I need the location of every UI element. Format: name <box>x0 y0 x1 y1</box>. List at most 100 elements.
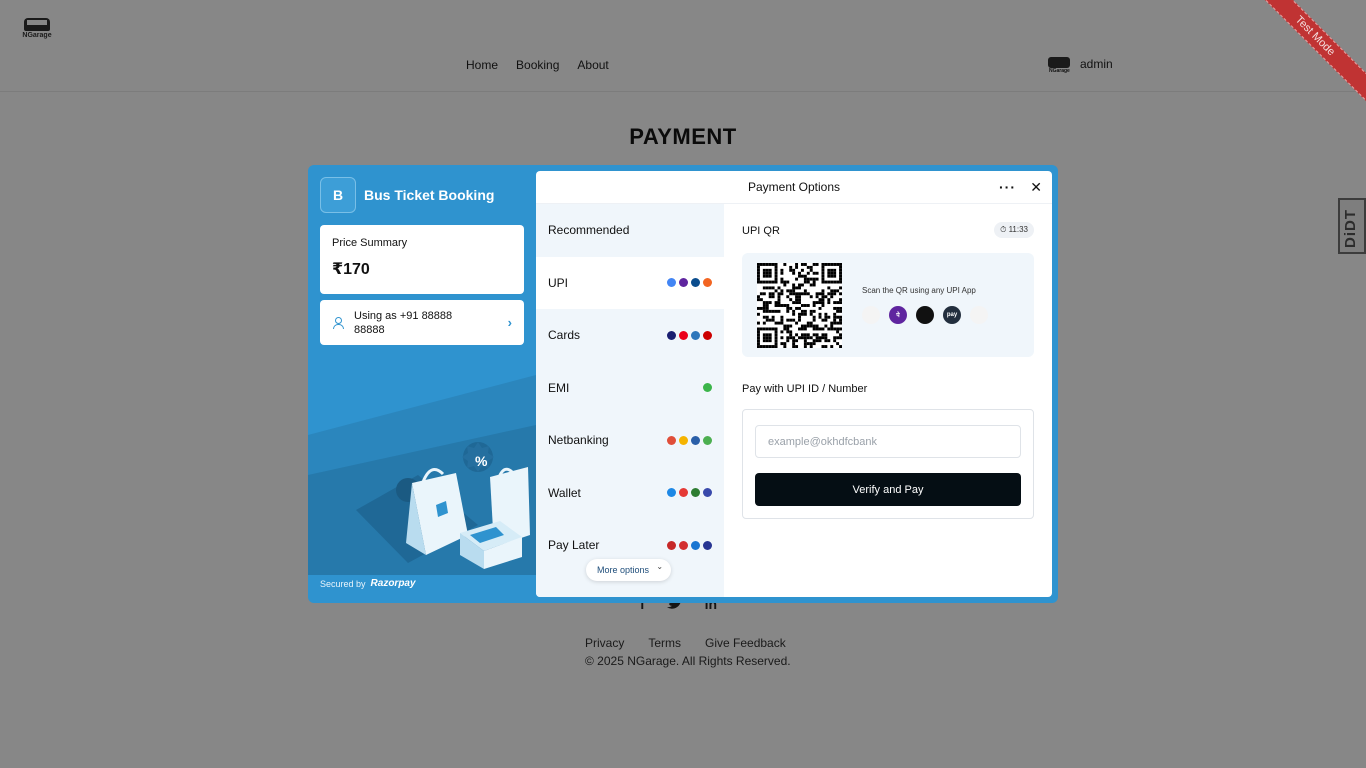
brand-logo-icon <box>703 278 712 288</box>
more-options-button[interactable]: More options ⌄ <box>586 559 672 581</box>
brand-logo-icon <box>703 383 712 393</box>
page-title: PAYMENT <box>629 124 737 149</box>
payment-options-title: Payment Options <box>747 180 841 194</box>
price-summary-card: Price Summary ₹170 <box>320 225 524 294</box>
secured-by-text: Secured by <box>320 578 366 589</box>
pay-later-icons <box>667 540 712 550</box>
amazon-pay-icon: pay <box>943 306 961 324</box>
brand-logo-icon <box>679 540 688 550</box>
paytm-icon <box>916 306 934 324</box>
method-upi[interactable]: UPI <box>536 256 724 309</box>
checkout-summary-panel: B Bus Ticket Booking Price Summary ₹170 … <box>308 165 536 603</box>
google-pay-icon <box>862 306 880 324</box>
brand-logo-icon <box>691 488 700 498</box>
username: admin <box>1080 57 1113 71</box>
upi-apps-row: पे pay <box>862 306 988 324</box>
footer-feedback-link[interactable]: Give Feedback <box>705 636 786 650</box>
brand-logo-icon <box>679 278 688 288</box>
phonepe-icon: पे <box>889 306 907 324</box>
nav-about[interactable]: About <box>577 58 608 72</box>
brand-logo-icon <box>667 435 676 445</box>
brand-logo-icon <box>667 278 676 288</box>
avatar-text: NGarage <box>1049 68 1070 74</box>
upi-app-icons <box>667 278 712 288</box>
user-menu[interactable]: NGarage admin <box>1048 56 1113 74</box>
method-label: Recommended <box>548 223 630 238</box>
brand-logo-icon <box>703 435 712 445</box>
method-label: UPI <box>548 275 569 290</box>
card-network-icons <box>667 330 712 340</box>
user-icon <box>332 316 344 329</box>
contact-details-card[interactable]: Using as +91 88888 88888 › <box>320 300 524 345</box>
method-emi[interactable]: EMI <box>536 362 724 415</box>
brand-logo-icon <box>667 330 676 340</box>
method-label: Cards <box>548 328 581 343</box>
qr-code <box>757 263 842 348</box>
timer-icon: ⏱ <box>1000 225 1007 234</box>
ribbon-label: Test Mode <box>1256 0 1366 104</box>
avatar: NGarage <box>1048 56 1070 74</box>
brand-logo-icon <box>703 488 712 498</box>
upi-id-label: Pay with UPI ID / Number <box>742 383 868 395</box>
upi-payment-content: UPI QR ⏱ 11:33 Scan the QR using any UPI… <box>724 204 1052 597</box>
nav-booking[interactable]: Booking <box>516 58 559 72</box>
secured-by-badge: Secured by Razorpay <box>320 578 416 589</box>
brand-logo-icon <box>691 435 700 445</box>
close-icon[interactable]: ✕ <box>1030 171 1042 203</box>
brand-logo-icon <box>679 488 688 498</box>
price-amount: ₹170 <box>332 261 370 278</box>
upi-id-form: Verify and Pay <box>742 409 1034 519</box>
merchant-header: B Bus Ticket Booking <box>320 177 494 213</box>
bus-icon <box>1048 57 1070 68</box>
brand-logo-icon <box>703 540 712 550</box>
brand-logo-icon <box>667 488 676 498</box>
upi-id-input[interactable] <box>755 425 1021 458</box>
nav-home[interactable]: Home <box>466 58 498 72</box>
verify-and-pay-button[interactable]: Verify and Pay <box>755 473 1021 506</box>
test-mode-ribbon: Test Mode <box>1256 0 1366 110</box>
bhim-icon <box>970 306 988 324</box>
price-summary-label: Price Summary <box>332 237 408 249</box>
merchant-logo: B <box>320 177 356 213</box>
method-label: Pay Later <box>548 538 600 553</box>
chevron-down-icon: ⌄ <box>656 562 664 571</box>
method-recommended[interactable]: Recommended <box>536 204 724 257</box>
payment-options-header: Payment Options ··· ✕ <box>536 171 1052 204</box>
razorpay-checkout-modal: B Bus Ticket Booking Price Summary ₹170 … <box>308 165 1058 603</box>
contact-number: Using as +91 88888 88888 <box>354 309 453 336</box>
brand-logo-icon <box>691 278 700 288</box>
brand-logo-icon <box>679 435 688 445</box>
upi-qr-title: UPI QR <box>742 225 780 237</box>
site-logo[interactable]: NGarage <box>22 18 52 42</box>
qr-scan-hint: Scan the QR using any UPI App <box>862 286 976 295</box>
method-cards[interactable]: Cards <box>536 309 724 362</box>
side-widget-tab[interactable]: DiDT <box>1338 198 1366 254</box>
main-nav: Home Booking About <box>466 58 609 72</box>
qr-code-box: Scan the QR using any UPI App पे pay <box>742 253 1034 357</box>
emi-provider-icons <box>703 383 712 393</box>
chevron-right-icon: › <box>507 315 512 330</box>
timer-value: 11:33 <box>1008 225 1028 234</box>
razorpay-logo: Razorpay <box>370 578 416 589</box>
brand-logo-icon <box>691 330 700 340</box>
qr-timer: ⏱ 11:33 <box>994 222 1034 238</box>
payment-methods-list: Recommended UPI Cards EMI Netbanking Wal… <box>536 204 724 597</box>
brand-logo-icon <box>703 330 712 340</box>
bank-icons <box>667 435 712 445</box>
side-widget-label: DiDT <box>1342 209 1359 248</box>
wallet-icons <box>667 488 712 498</box>
bus-icon <box>24 18 50 31</box>
footer-privacy-link[interactable]: Privacy <box>585 636 624 650</box>
brand-logo-icon <box>679 330 688 340</box>
footer-terms-link[interactable]: Terms <box>648 636 681 650</box>
method-netbanking[interactable]: Netbanking <box>536 414 724 467</box>
merchant-name: Bus Ticket Booking <box>364 187 495 203</box>
method-wallet[interactable]: Wallet <box>536 467 724 520</box>
logo-text: NGarage <box>22 32 52 39</box>
method-label: Wallet <box>548 485 581 500</box>
site-header: NGarage Home Booking About NGarage admin <box>0 0 1366 92</box>
shopping-illustration: % <box>308 375 536 575</box>
more-menu-icon[interactable]: ··· <box>999 171 1016 203</box>
method-label: Netbanking <box>548 433 609 448</box>
svg-text:%: % <box>475 453 488 469</box>
